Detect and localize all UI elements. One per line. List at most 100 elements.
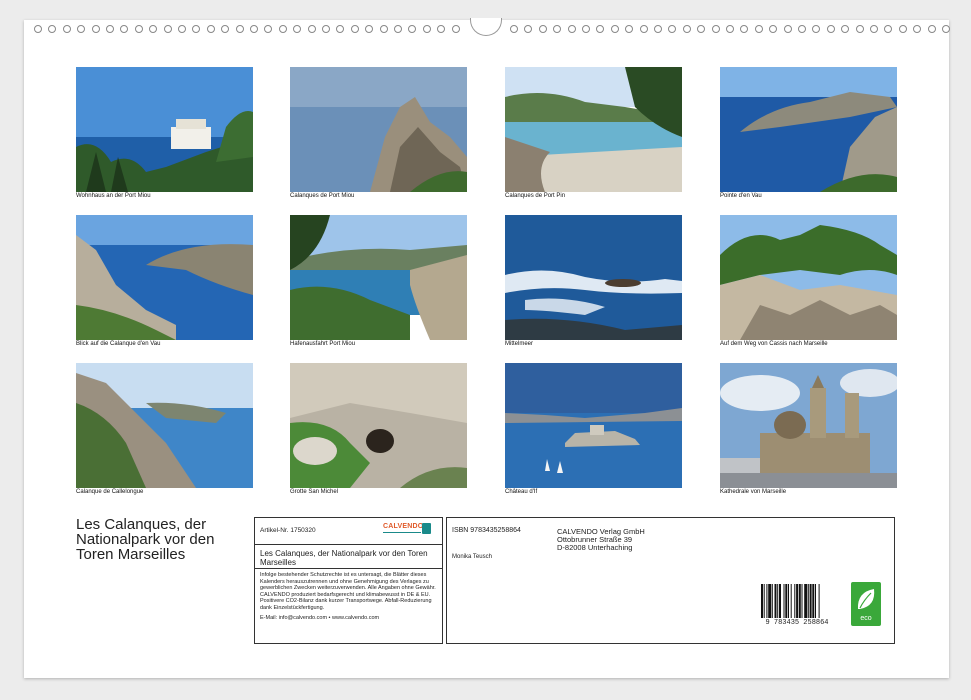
- binding-ring: [639, 25, 648, 33]
- barcode-bar: [790, 584, 792, 618]
- photo-caption: Blick auf die Calanque d'en Vau: [76, 341, 161, 347]
- photo-caption: Kathedrale von Marseille: [720, 489, 787, 495]
- photo-caption: Grotte San Michel: [290, 489, 339, 495]
- publisher-city: D-82008 Unterhaching: [557, 543, 633, 552]
- binding-ring: [769, 25, 778, 33]
- contact-email: E-Mail: info@calvendo.com • www.calvendo…: [260, 615, 380, 621]
- binding-ring: [91, 25, 100, 33]
- info-box-left: Artikel-Nr. 1750320 CALVENDO Les Calanqu…: [254, 517, 443, 644]
- barcode-bar: [809, 584, 812, 618]
- binding-ring: [510, 25, 518, 33]
- binding-ring: [422, 25, 431, 33]
- binding-ring: [235, 25, 244, 33]
- barcode-bar: [783, 584, 785, 618]
- barcode-bar: [785, 584, 788, 618]
- photo-caption: Pointe d'en Vau: [720, 193, 762, 199]
- binding-ring: [654, 25, 662, 33]
- info-box-right: ISBN 9783435258864 Monika Teusch CALVEND…: [446, 517, 895, 644]
- barcode-bar: [766, 584, 768, 618]
- binding-ring: [437, 25, 446, 33]
- barcode-bar: [774, 584, 777, 618]
- binding-ring: [451, 25, 460, 33]
- binding-ring: [134, 25, 143, 33]
- binding-ring: [293, 25, 302, 33]
- barcode-bar: [798, 584, 801, 618]
- barcode-bar: [815, 584, 816, 618]
- barcode-bar: [807, 584, 809, 618]
- author: Monika Teusch: [452, 554, 492, 560]
- barcode-bar: [771, 584, 773, 618]
- binding-ring: [783, 25, 792, 33]
- binding-ring: [826, 25, 835, 33]
- photo-weg-cassis-marseille: [720, 215, 897, 340]
- binding-ring: [711, 25, 720, 33]
- binding-ring: [322, 25, 330, 33]
- binding-ring: [163, 25, 172, 33]
- photo-caption: Mittelmeer: [505, 341, 534, 347]
- binding-ring: [841, 25, 850, 33]
- photo-kathedrale-marseille: [720, 363, 897, 488]
- leaf-icon: [857, 589, 875, 609]
- binding-ring: [365, 25, 374, 33]
- barcode: 9 783435 258864: [759, 584, 835, 627]
- legal-notice: Infolge bestehender Schutzrechte ist es …: [260, 572, 436, 611]
- binding-ring: [798, 25, 806, 33]
- barcode-bar: [818, 584, 820, 618]
- binding-ring: [206, 25, 215, 33]
- binding-ring: [250, 25, 258, 33]
- binding-ring: [48, 25, 57, 33]
- barcode-bar: [788, 584, 789, 618]
- binding-ring: [942, 25, 950, 33]
- barcode-bar: [779, 584, 781, 618]
- photo-caption: Calanques de Port Pin: [505, 193, 566, 199]
- binding-ring: [62, 25, 71, 33]
- barcode-bar: [804, 584, 808, 618]
- photo-caption: Hafenausfahrt Port Miou: [290, 341, 356, 347]
- binding-ring: [610, 25, 619, 33]
- binding-ring: [582, 25, 590, 33]
- binding-ring: [278, 25, 287, 33]
- binding-ring: [350, 25, 359, 33]
- barcode-number: 9 783435 258864: [765, 619, 829, 627]
- article-number: Artikel-Nr. 1750320: [260, 527, 316, 534]
- photo-wohnhaus-port-miou: [76, 67, 253, 192]
- photo-hafenausfahrt-port-miou: [290, 215, 467, 340]
- barcode-bar: [794, 584, 796, 618]
- photo-caption: Auf dem Weg von Cassis nach Marseille: [720, 341, 828, 347]
- barcode-bar: [812, 584, 815, 618]
- product-title: Les Calanques, der Nationalpark vor den …: [260, 549, 428, 567]
- binding-ring: [408, 25, 417, 33]
- photo-mittelmeer: [505, 215, 682, 340]
- binding-ring: [538, 25, 547, 33]
- photo-calanques-port-miou: [290, 67, 467, 192]
- barcode-bar: [768, 584, 772, 618]
- binding-ring: [307, 25, 316, 33]
- binding-ring: [913, 25, 922, 33]
- eco-badge: eco: [851, 582, 881, 626]
- binding-ring: [394, 25, 402, 33]
- barcode-bar: [801, 584, 803, 618]
- binding-ring: [668, 25, 677, 33]
- calendar-title: Les Calanques, der Nationalpark vor den …: [76, 516, 215, 563]
- binding-ring: [898, 25, 907, 33]
- binding-ring: [625, 25, 634, 33]
- calvendo-logo: CALVENDO: [383, 523, 433, 537]
- barcode-bar: [761, 584, 763, 618]
- binding-ring: [855, 25, 864, 33]
- binding-ring: [884, 25, 893, 33]
- binding-ring: [379, 25, 388, 33]
- binding-ring: [336, 25, 345, 33]
- photo-calanque-d-en-vau: [76, 215, 253, 340]
- binding-ring: [34, 25, 42, 33]
- barcode-bar: [777, 584, 779, 618]
- binding-ring: [870, 25, 878, 33]
- binding-ring: [697, 25, 706, 33]
- binding-ring: [596, 25, 605, 33]
- binding-ring: [77, 25, 86, 33]
- binding-ring: [754, 25, 763, 33]
- binding-ring: [264, 25, 273, 33]
- photo-caption: Calanques de Port Miou: [290, 193, 355, 199]
- binding-ring: [567, 25, 576, 33]
- binding-ring: [192, 25, 201, 33]
- binding-ring: [927, 25, 936, 33]
